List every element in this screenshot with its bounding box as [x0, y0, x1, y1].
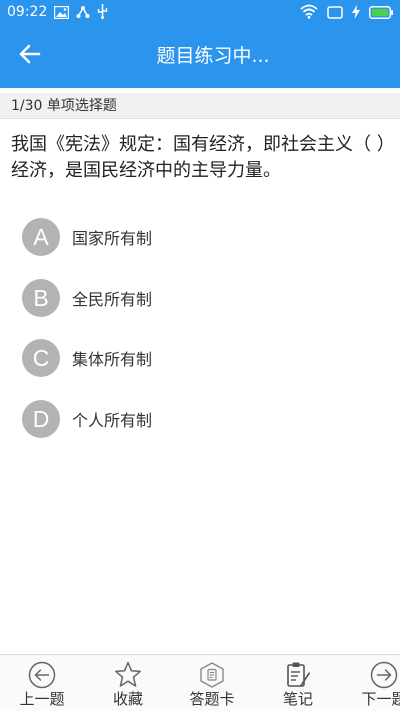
option-b-letter: B [22, 279, 60, 317]
app-screen: 09:22 题目练习中... 1/30 单项选择题 我国《宪法》规定：国有经济，… [0, 0, 400, 711]
prev-question-button[interactable]: 上一题 [2, 655, 82, 711]
option-c-letter: C [22, 339, 60, 377]
usb-icon [97, 4, 108, 23]
question-text: 我国《宪法》规定：国有经济，即社会主义（ ）经济，是国民经济中的主导力量。 [11, 134, 395, 181]
option-a[interactable]: A 国家所有制 [22, 217, 392, 257]
sim-card-icon [327, 4, 343, 23]
option-b-text: 全民所有制 [72, 290, 153, 309]
status-time: 09:22 [7, 4, 48, 20]
arrow-left-circle-icon [27, 660, 57, 690]
battery-icon [369, 4, 393, 23]
favorite-button[interactable]: 收藏 [88, 655, 168, 711]
status-bar: 09:22 [0, 0, 400, 24]
notes-label: 笔记 [282, 690, 313, 708]
favorite-label: 收藏 [112, 690, 143, 708]
option-b[interactable]: B 全民所有制 [22, 278, 392, 318]
option-a-letter: A [22, 218, 60, 256]
charging-icon [352, 4, 360, 23]
bottom-navigation: 上一题 收藏 答题卡 笔记 下一题 [0, 654, 400, 711]
notes-button[interactable]: 笔记 [258, 655, 338, 711]
next-question-label: 下一题 [361, 690, 400, 708]
network-share-icon [76, 4, 90, 23]
progress-label: 1/30 单项选择题 [11, 98, 117, 114]
arrow-right-circle-icon [369, 660, 399, 690]
answer-card-label: 答题卡 [189, 690, 235, 708]
answer-card-icon [197, 660, 227, 690]
notes-icon [283, 660, 313, 690]
page-title: 题目练习中... [156, 45, 270, 67]
option-c-text: 集体所有制 [72, 350, 153, 369]
option-d[interactable]: D 个人所有制 [22, 399, 392, 439]
image-notification-icon [53, 4, 70, 23]
app-bar: 题目练习中... [0, 24, 400, 88]
option-d-text: 个人所有制 [72, 411, 153, 430]
next-question-button[interactable]: 下一题 [344, 655, 400, 711]
progress-bar: 1/30 单项选择题 [0, 93, 400, 119]
option-d-letter: D [22, 400, 60, 438]
option-c[interactable]: C 集体所有制 [22, 338, 392, 378]
answer-card-button[interactable]: 答题卡 [172, 655, 252, 711]
option-a-text: 国家所有制 [72, 229, 153, 248]
wifi-icon [300, 4, 318, 23]
star-icon [113, 660, 143, 690]
prev-question-label: 上一题 [19, 690, 65, 708]
